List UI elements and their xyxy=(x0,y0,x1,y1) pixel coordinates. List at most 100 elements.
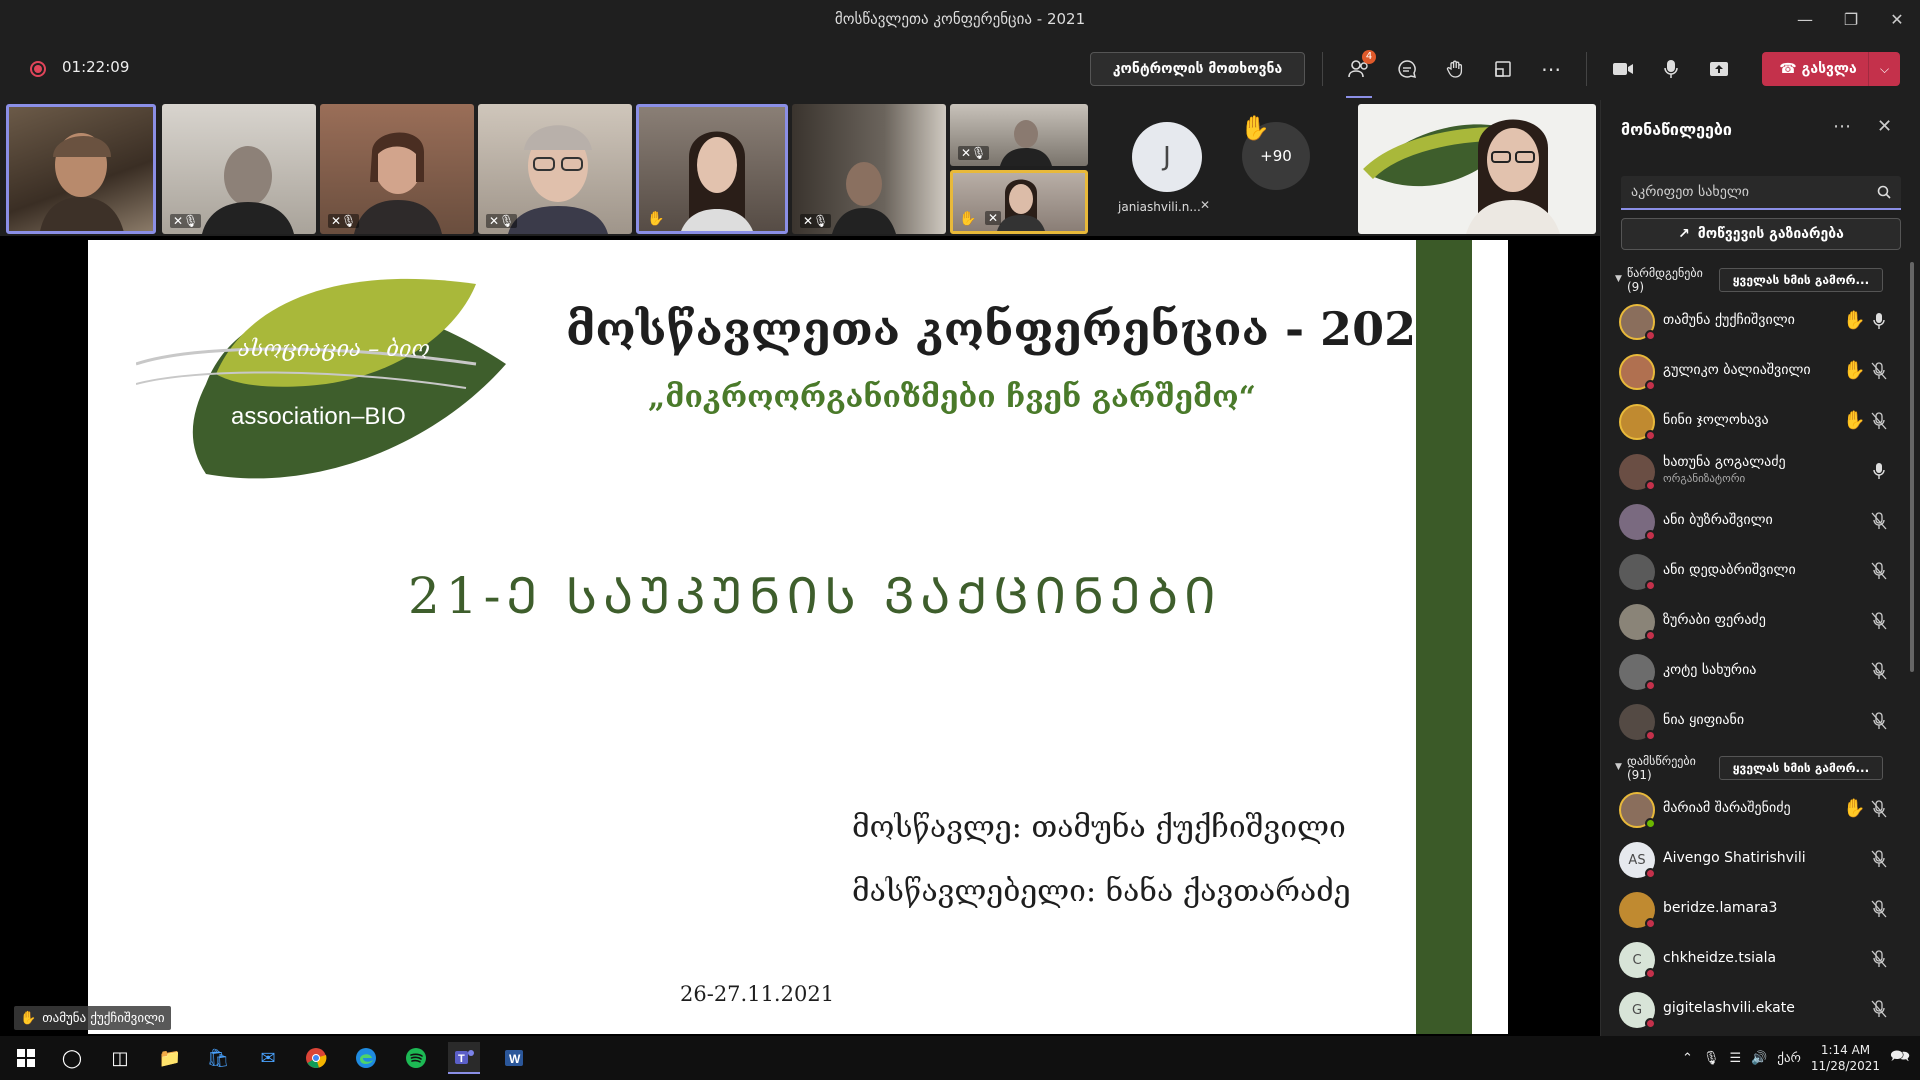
chrome-icon[interactable] xyxy=(300,1042,332,1074)
video-tile[interactable]: ✕🎙 xyxy=(950,104,1088,166)
participant-name: chkheidze.tsiala xyxy=(1663,950,1777,966)
participant-row[interactable]: Ggigitelashvili.ekate xyxy=(1617,986,1902,1034)
microphone-icon[interactable] xyxy=(1869,460,1889,482)
muted-microphone-icon[interactable] xyxy=(1869,510,1889,532)
search-icon[interactable] xyxy=(1877,185,1891,199)
video-strip: ✕🎙 ✕🎙 ✕🎙 ✋ ✕🎙 ✕🎙 ✋ ✕ J janiashvili.n... … xyxy=(0,100,1600,236)
muted-microphone-icon[interactable] xyxy=(1869,660,1889,682)
muted-icon: ✕🎙 xyxy=(170,214,202,228)
share-invite-button[interactable]: ↗ მოწვევის გაზიარება xyxy=(1621,218,1901,250)
svg-text:W: W xyxy=(509,1052,521,1066)
task-view-icon[interactable]: ◫ xyxy=(104,1042,136,1074)
participant-row[interactable]: მარიამ შარაშენიძე ✋ xyxy=(1617,786,1902,834)
take-control-button[interactable]: კონტროლის მოთხოვნა xyxy=(1090,52,1305,86)
microphone-icon[interactable] xyxy=(1869,310,1889,332)
breakout-rooms-icon[interactable] xyxy=(1488,54,1518,84)
muted-icon: ✕🎙 xyxy=(958,146,990,160)
slide-title: მოსწავლეთა კონფერენცია - 2021 xyxy=(566,302,1449,356)
panel-more-icon[interactable]: ⋯ xyxy=(1833,116,1851,137)
muted-microphone-icon[interactable] xyxy=(1869,360,1889,382)
close-window-icon[interactable]: ✕ xyxy=(1874,0,1920,38)
presenters-section-header[interactable]: ▼ წარმდგენები (9) ყველას ხმის გამორ... xyxy=(1615,264,1905,296)
presence-status xyxy=(1645,580,1656,591)
logo-text-english: association–BIO xyxy=(231,403,406,430)
share-screen-icon[interactable] xyxy=(1704,54,1734,84)
participant-row[interactable]: კოტე სახურია xyxy=(1617,648,1902,696)
file-explorer-icon[interactable]: 📁 xyxy=(154,1042,186,1074)
muted-icon: ✕🎙 xyxy=(486,214,518,228)
muted-microphone-icon[interactable] xyxy=(1869,560,1889,582)
shared-content-area: ასოციაცია – ბიო association–BIO მოსწავლე… xyxy=(0,236,1600,1036)
muted-microphone-icon[interactable] xyxy=(1869,710,1889,732)
participants-badge: 4 xyxy=(1362,50,1376,64)
muted-microphone-icon[interactable] xyxy=(1869,848,1889,870)
teams-icon[interactable]: T xyxy=(448,1042,480,1074)
raise-hand-icon[interactable] xyxy=(1440,54,1470,84)
windows-start-icon[interactable] xyxy=(10,1042,42,1074)
chevron-up-icon[interactable]: ⌃ xyxy=(1682,1051,1693,1066)
video-tile[interactable]: ✕🎙 xyxy=(162,104,316,234)
participant-row[interactable]: AS Aivengo Shatirishvili xyxy=(1617,836,1902,884)
leave-button[interactable]: ☎ გასვლა ⌵ xyxy=(1762,52,1900,86)
participant-avatar[interactable]: J xyxy=(1132,122,1202,192)
participant-row[interactable]: Cchkheidze.tsiala xyxy=(1617,936,1902,984)
presenter-video-tile[interactable] xyxy=(1358,104,1596,234)
participant-row[interactable]: ზურაბი ფერაძე xyxy=(1617,598,1902,646)
panel-scrollbar[interactable] xyxy=(1910,262,1914,672)
restore-icon[interactable]: ❐ xyxy=(1828,0,1874,38)
muted-microphone-icon[interactable] xyxy=(1869,948,1889,970)
wifi-icon[interactable]: ☰ xyxy=(1729,1051,1741,1066)
leave-dropdown-icon[interactable]: ⌵ xyxy=(1868,52,1900,86)
participant-row[interactable]: ხათუნა გოგალაძე ორგანიზატორი xyxy=(1617,448,1902,496)
search-input[interactable] xyxy=(1631,184,1877,200)
minimize-icon[interactable]: — xyxy=(1782,0,1828,38)
slide-student: მოსწავლე: თამუნა ქუქჩიშვილი xyxy=(852,810,1346,845)
participant-row[interactable]: beridze.lamara3 xyxy=(1617,886,1902,934)
video-tile[interactable]: ✕🎙 xyxy=(320,104,474,234)
microphone-icon[interactable] xyxy=(1656,54,1686,84)
mute-all-presenters-button[interactable]: ყველას ხმის გამორ... xyxy=(1719,268,1883,292)
video-tile[interactable]: ✕🎙 xyxy=(478,104,632,234)
participant-row[interactable]: ანი დედაბრიშვილი xyxy=(1617,548,1902,596)
participant-row[interactable]: ნია ყიფიანი xyxy=(1617,698,1902,746)
notifications-icon[interactable]: 🗪 xyxy=(1890,1045,1910,1072)
muted-microphone-icon[interactable] xyxy=(1869,410,1889,432)
muted-microphone-icon[interactable] xyxy=(1869,798,1889,820)
edge-icon[interactable] xyxy=(350,1042,382,1074)
more-actions-icon[interactable]: ⋯ xyxy=(1536,54,1566,84)
presenter-name: თამუნა ქუქჩიშვილი xyxy=(42,1010,165,1026)
clock[interactable]: 1:14 AM 11/28/2021 xyxy=(1811,1042,1880,1074)
participant-name: ნინი ჯოლოხავა xyxy=(1663,412,1769,428)
mute-all-attendees-button[interactable]: ყველას ხმის გამორ... xyxy=(1719,756,1883,780)
volume-icon[interactable]: 🔊 xyxy=(1751,1051,1767,1066)
participants-panel: მონაწილეები ⋯ ✕ ↗ მოწვევის გაზიარება ▼ წ… xyxy=(1600,100,1920,1036)
participants-icon[interactable]: 4 xyxy=(1344,50,1376,84)
microphone-tray-icon[interactable]: 🎙 xyxy=(1703,1051,1720,1066)
video-tile[interactable]: ✋ xyxy=(636,104,788,234)
language-indicator[interactable]: ქარ xyxy=(1777,1051,1801,1066)
presence-status xyxy=(1645,530,1656,541)
participant-row[interactable]: გულიკო ბალიაშვილი ✋ xyxy=(1617,348,1902,396)
participant-name: gigitelashvili.ekate xyxy=(1663,1000,1795,1016)
panel-close-icon[interactable]: ✕ xyxy=(1877,116,1892,137)
raised-hand-icon: ✋ xyxy=(1843,360,1866,381)
video-tile[interactable]: ✋ ✕ xyxy=(950,170,1088,234)
attendees-section-header[interactable]: ▼ დამსწრეები (91) ყველას ხმის გამორ... xyxy=(1615,752,1905,784)
muted-microphone-icon[interactable] xyxy=(1869,610,1889,632)
chat-icon[interactable] xyxy=(1392,54,1422,84)
search-taskbar-icon[interactable]: ◯ xyxy=(56,1042,88,1074)
store-icon[interactable]: 🛍 xyxy=(202,1042,234,1074)
participant-row[interactable]: თამუნა ქუქჩიშვილი ✋ xyxy=(1617,298,1902,346)
participant-row[interactable]: ანი ბუზრაშვილი xyxy=(1617,498,1902,546)
participant-row[interactable]: ნინი ჯოლოხავა ✋ xyxy=(1617,398,1902,446)
video-tile[interactable] xyxy=(6,104,156,234)
word-icon[interactable]: W xyxy=(498,1042,530,1074)
spotify-icon[interactable] xyxy=(400,1042,432,1074)
window-controls: — ❐ ✕ xyxy=(1782,0,1920,38)
muted-microphone-icon[interactable] xyxy=(1869,998,1889,1020)
video-tile[interactable]: ✕🎙 xyxy=(792,104,946,234)
camera-icon[interactable] xyxy=(1608,54,1638,84)
muted-microphone-icon[interactable] xyxy=(1869,898,1889,920)
teams-window: მოსწავლეთა კონფერენცია - 2021 — ❐ ✕ 01:2… xyxy=(0,0,1920,1080)
mail-icon[interactable]: ✉ xyxy=(252,1042,284,1074)
